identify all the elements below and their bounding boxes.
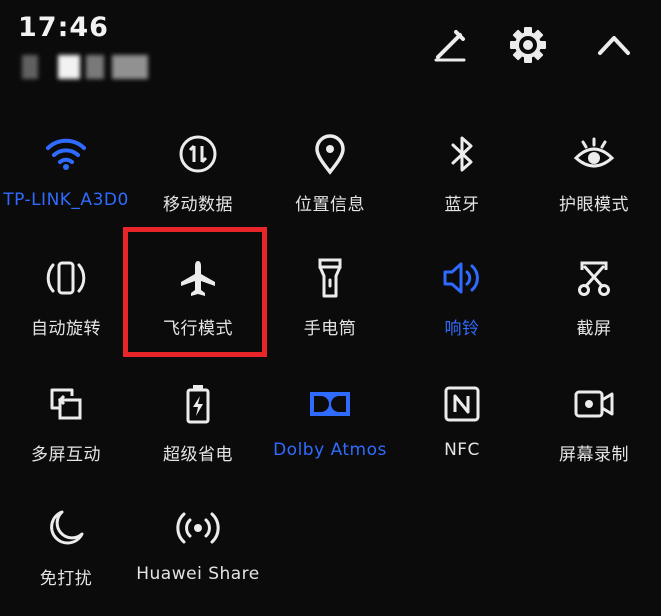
tile-screen-record[interactable]: 屏幕录制: [528, 372, 660, 492]
share-wave-icon: [176, 506, 220, 550]
tile-power-saver[interactable]: 超级省电: [132, 372, 264, 492]
rotate-icon: [44, 256, 88, 300]
tile-label: 多屏互动: [31, 445, 101, 465]
tile-nfc[interactable]: NFC: [396, 372, 528, 492]
tile-label: Dolby Atmos: [273, 440, 387, 460]
tile-label: NFC: [444, 440, 480, 460]
tile-label: 超级省电: [163, 445, 233, 465]
tile-bluetooth[interactable]: 蓝牙: [396, 122, 528, 242]
tile-auto-rotate[interactable]: 自动旋转: [0, 246, 132, 366]
scissors-icon: [572, 256, 616, 300]
gear-icon: [510, 27, 546, 63]
tile-label: 截屏: [576, 319, 612, 339]
tile-mobile-data[interactable]: 移动数据: [132, 122, 264, 242]
tile-do-not-disturb[interactable]: 免打扰: [0, 496, 132, 616]
eye-icon: [572, 132, 616, 176]
airplane-mode-highlight-box: [123, 227, 267, 357]
camera-record-icon: [572, 382, 616, 426]
flashlight-icon: [308, 256, 352, 300]
bluetooth-icon: [440, 132, 484, 176]
speaker-icon: [440, 256, 484, 300]
dolby-icon: [308, 382, 352, 426]
tile-dolby-atmos[interactable]: Dolby Atmos: [264, 372, 396, 492]
tile-label: 免打扰: [39, 569, 93, 589]
tile-label: 移动数据: [163, 195, 233, 215]
notification-icons-blurred: [22, 55, 162, 79]
moon-icon: [44, 506, 88, 550]
location-pin-icon: [308, 132, 352, 176]
tile-eye-comfort[interactable]: 护眼模式: [528, 122, 660, 242]
tile-huawei-share[interactable]: Huawei Share: [132, 496, 264, 616]
tile-location[interactable]: 位置信息: [264, 122, 396, 242]
tile-label: Huawei Share: [136, 564, 260, 584]
nfc-icon: [440, 382, 484, 426]
multi-screen-icon: [44, 382, 88, 426]
edit-pencil-icon: [434, 30, 466, 62]
tile-flashlight[interactable]: 手电筒: [264, 246, 396, 366]
mobile-data-icon: [176, 132, 220, 176]
tile-ring[interactable]: 响铃: [396, 246, 528, 366]
tile-multi-screen[interactable]: 多屏互动: [0, 372, 132, 492]
wifi-icon: [44, 132, 88, 176]
tile-label: 响铃: [444, 319, 480, 339]
tile-label: 屏幕录制: [559, 445, 629, 465]
collapse-button[interactable]: [589, 20, 639, 70]
edit-button[interactable]: [425, 20, 475, 70]
tile-label: 手电筒: [303, 319, 357, 339]
tile-wifi[interactable]: TP-LINK_A3D0: [0, 122, 132, 242]
tile-label: 护眼模式: [559, 195, 629, 215]
quick-settings-header-actions: [421, 20, 661, 70]
battery-icon: [176, 382, 220, 426]
chevron-up-icon: [598, 36, 630, 55]
tile-label: TP-LINK_A3D0: [3, 190, 129, 210]
tile-label: 自动旋转: [31, 319, 101, 339]
tile-label: 位置信息: [295, 195, 365, 215]
tile-screenshot[interactable]: 截屏: [528, 246, 660, 366]
status-time: 17:46: [18, 12, 109, 43]
tile-label: 蓝牙: [444, 195, 480, 215]
settings-button[interactable]: [503, 20, 553, 70]
